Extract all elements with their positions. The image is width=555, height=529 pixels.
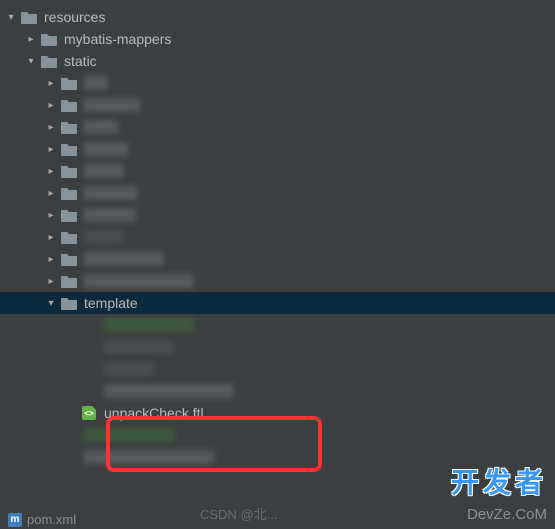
tree-item-blurred[interactable]: ▸	[0, 270, 555, 292]
tree-label: pom.xml	[27, 512, 76, 527]
tree-label: mybatis-mappers	[64, 31, 171, 47]
tree-label: resources	[44, 9, 105, 25]
chevron-right-icon[interactable]: ▸	[44, 232, 58, 243]
blurred-label	[104, 384, 234, 398]
blurred-label	[84, 230, 124, 244]
chevron-right-icon[interactable]: ▸	[44, 100, 58, 111]
blurred-label	[84, 252, 164, 266]
blurred-label	[84, 98, 140, 112]
tree-item-blurred[interactable]: ▸	[0, 116, 555, 138]
tree-item-pom[interactable]: m pom.xml	[8, 512, 76, 527]
blurred-label	[104, 362, 154, 376]
tree-item-blurred[interactable]: ▸	[0, 336, 555, 358]
tree-item-blurred[interactable]: ▸	[0, 204, 555, 226]
tree-item-template[interactable]: ▾ template	[0, 292, 555, 314]
folder-icon	[60, 75, 78, 91]
file-icon	[80, 339, 98, 355]
tree-item-static[interactable]: ▾ static	[0, 50, 555, 72]
folder-icon	[20, 9, 38, 25]
blurred-label	[84, 186, 138, 200]
blurred-label	[84, 450, 214, 464]
blurred-label	[104, 340, 174, 354]
tree-item-blurred[interactable]: ▸	[0, 138, 555, 160]
folder-icon	[60, 229, 78, 245]
tree-item-blurred[interactable]: ▸	[0, 226, 555, 248]
file-icon	[60, 449, 78, 465]
chevron-right-icon[interactable]: ▸	[44, 210, 58, 221]
tree-label: static	[64, 53, 97, 69]
tree-item-blurred[interactable]: ▸	[0, 358, 555, 380]
tree-item-resources[interactable]: ▾ resources	[0, 6, 555, 28]
chevron-down-icon[interactable]: ▾	[24, 56, 38, 67]
chevron-right-icon[interactable]: ▸	[24, 34, 38, 45]
tree-item-blurred[interactable]: ▸	[0, 160, 555, 182]
folder-icon	[60, 163, 78, 179]
watermark-csdn: CSDN @北...	[200, 504, 277, 523]
blurred-label	[84, 142, 128, 156]
chevron-right-icon[interactable]: ▸	[44, 254, 58, 265]
blurred-label	[84, 274, 194, 288]
watermark-cn: 开发者	[451, 461, 547, 501]
chevron-right-icon[interactable]: ▸	[44, 122, 58, 133]
folder-icon	[60, 185, 78, 201]
folder-icon	[60, 207, 78, 223]
tree-item-blurred[interactable]: ▸	[0, 94, 555, 116]
tree-item-blurred[interactable]: ▸	[0, 182, 555, 204]
file-icon	[60, 427, 78, 443]
folder-icon	[40, 31, 58, 47]
file-icon	[80, 317, 98, 333]
folder-icon	[60, 119, 78, 135]
tree-item-blurred[interactable]: ▸	[0, 380, 555, 402]
chevron-down-icon[interactable]: ▾	[44, 298, 58, 309]
tree-item-blurred[interactable]: ▸	[0, 314, 555, 336]
chevron-right-icon[interactable]: ▸	[44, 144, 58, 155]
tree-item-blurred[interactable]: ▸	[0, 248, 555, 270]
chevron-right-icon[interactable]: ▸	[44, 188, 58, 199]
tree-label: template	[84, 295, 138, 311]
tree-item-blurred[interactable]: ▸	[0, 424, 555, 446]
folder-icon	[60, 295, 78, 311]
blurred-label	[104, 318, 194, 332]
chevron-down-icon[interactable]: ▾	[4, 12, 18, 23]
tree-item-blurred[interactable]: ▸	[0, 72, 555, 94]
folder-icon	[60, 273, 78, 289]
maven-icon: m	[8, 513, 22, 527]
tree-item-mybatis-mappers[interactable]: ▸ mybatis-mappers	[0, 28, 555, 50]
chevron-right-icon[interactable]: ▸	[44, 276, 58, 287]
chevron-right-icon[interactable]: ▸	[44, 78, 58, 89]
file-icon	[80, 361, 98, 377]
folder-icon	[40, 53, 58, 69]
folder-icon	[60, 251, 78, 267]
tree-item-unpackcheck[interactable]: ▸ <> unpackCheck.ftl	[0, 402, 555, 424]
blurred-label	[84, 428, 174, 442]
ftl-file-icon: <>	[80, 405, 98, 421]
blurred-label	[84, 208, 136, 222]
blurred-label	[84, 164, 124, 178]
folder-icon	[60, 141, 78, 157]
folder-icon	[60, 97, 78, 113]
blurred-label	[84, 76, 108, 90]
watermark-domain: DevZe.CoM	[467, 506, 547, 523]
blurred-label	[84, 120, 118, 134]
chevron-right-icon[interactable]: ▸	[44, 166, 58, 177]
tree-label: unpackCheck.ftl	[104, 405, 204, 421]
file-icon	[80, 383, 98, 399]
file-tree: ▾ resources ▸ mybatis-mappers ▾ static ▸…	[0, 0, 555, 474]
